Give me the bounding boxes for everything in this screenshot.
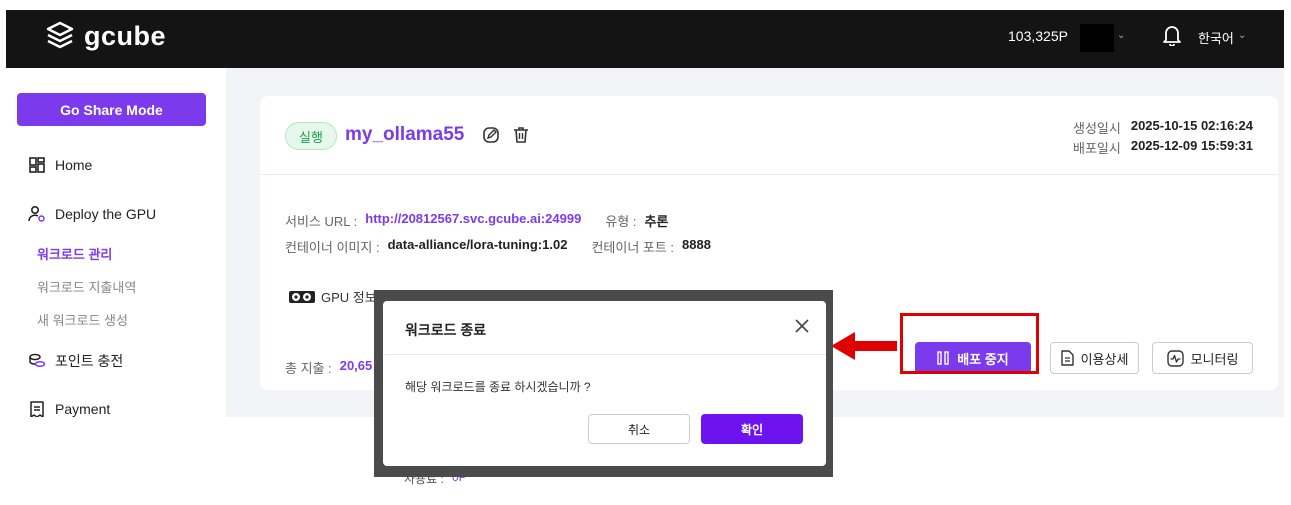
trash-icon[interactable] [513, 126, 529, 149]
port-value: 8888 [682, 237, 711, 252]
modal-title: 워크로드 종료 [405, 322, 487, 338]
monitoring-icon [1166, 349, 1184, 367]
deployed-value: 2025-12-09 15:59:31 [1130, 138, 1253, 153]
sidebar-item-label: Payment [55, 401, 111, 417]
home-grid-icon [28, 156, 46, 174]
type-value: 추론 [644, 214, 669, 229]
gpu-info-row[interactable]: GPU 정보 [288, 287, 377, 306]
total-expense: 총 지출 : 20,65 [285, 358, 372, 377]
modal-message: 해당 워크로드를 종료 하시겠습니까 ? [405, 380, 591, 394]
gcube-logo-icon [46, 21, 74, 49]
service-info-row: 서비스 URL : http://20812567.svc.gcube.ai:2… [285, 211, 668, 230]
sidebar-item-label: 포인트 충전 [55, 353, 124, 369]
sidebar-subitem-new-workload[interactable]: 새 워크로드 생성 [37, 310, 128, 329]
sidebar-item-point-charge[interactable]: 포인트 충전 [28, 351, 123, 371]
user-account-box[interactable] [1080, 24, 1114, 52]
edit-icon[interactable] [482, 126, 500, 149]
created-value: 2025-10-15 02:16:24 [1130, 118, 1253, 133]
image-label: 컨테이너 이미지 : [285, 240, 380, 255]
monitoring-button[interactable]: 모니터링 [1152, 342, 1253, 374]
confirm-modal: 워크로드 종료 해당 워크로드를 종료 하시겠습니까 ? 취소 확인 [383, 301, 826, 466]
usage-detail-button[interactable]: 이용상세 [1050, 342, 1139, 374]
close-icon[interactable] [795, 319, 809, 338]
cancel-button[interactable]: 취소 [588, 414, 690, 444]
type-label: 유형 : [605, 214, 637, 229]
card-divider [260, 174, 1278, 175]
logo-text: gcube [84, 20, 167, 51]
sidebar-subitem-workload-expense[interactable]: 워크로드 지출내역 [37, 277, 136, 296]
bell-icon[interactable] [1162, 24, 1182, 51]
sidebar-item-deploy-gpu[interactable]: Deploy the GPU [28, 205, 156, 223]
modal-divider [383, 354, 826, 355]
chevron-down-icon[interactable]: ⌄ [1117, 30, 1125, 41]
workload-name: my_ollama55 [345, 124, 465, 145]
gpu-info-label: GPU 정보 [321, 290, 377, 305]
monitoring-label: 모니터링 [1190, 351, 1239, 367]
sidebar-item-home[interactable]: Home [28, 156, 92, 174]
created-label: 생성일시 [1073, 121, 1121, 136]
confirm-button[interactable]: 확인 [701, 414, 803, 444]
coins-icon [28, 352, 46, 370]
container-info-row: 컨테이너 이미지 : data-alliance/lora-tuning:1.0… [285, 237, 711, 256]
created-at: 생성일시 2025-10-15 02:16:24 [1073, 118, 1253, 137]
sidebar: Go Share Mode Home Deploy the GPU 워크로드 관… [6, 68, 226, 417]
chevron-down-icon[interactable]: ⌄ [1238, 30, 1246, 41]
sidebar-subitem-workload-manage[interactable]: 워크로드 관리 [37, 244, 112, 263]
deployed-at: 배포일시 2025-12-09 15:59:31 [1073, 138, 1253, 157]
total-value: 20,65 [339, 358, 373, 373]
top-bar: gcube 103,325P ⌄ 한국어 ⌄ [6, 10, 1284, 68]
points-balance: 103,325P [1008, 28, 1068, 44]
gpu-card-icon [289, 290, 315, 303]
logo[interactable]: gcube [44, 20, 166, 52]
sidebar-item-label: Deploy the GPU [55, 206, 157, 222]
total-label: 총 지출 : [285, 361, 332, 376]
document-icon [1060, 350, 1074, 366]
deployed-label: 배포일시 [1073, 141, 1121, 156]
sidebar-item-label: Home [55, 157, 93, 173]
image-value: data-alliance/lora-tuning:1.02 [387, 237, 568, 252]
service-url-link[interactable]: http://20812567.svc.gcube.ai:24999 [365, 211, 581, 230]
red-arrow-icon [831, 332, 897, 360]
highlight-box [900, 313, 1039, 374]
usage-detail-label: 이용상세 [1080, 351, 1129, 367]
service-url-label: 서비스 URL : [285, 214, 358, 229]
sidebar-item-payment[interactable]: Payment [28, 400, 110, 417]
go-share-mode-button[interactable]: Go Share Mode [17, 93, 206, 126]
receipt-icon [28, 400, 46, 417]
status-badge: 실행 [285, 122, 337, 150]
language-selector[interactable]: 한국어 [1198, 28, 1234, 47]
port-label: 컨테이너 포트 : [591, 240, 675, 255]
deploy-user-gear-icon [28, 205, 46, 223]
